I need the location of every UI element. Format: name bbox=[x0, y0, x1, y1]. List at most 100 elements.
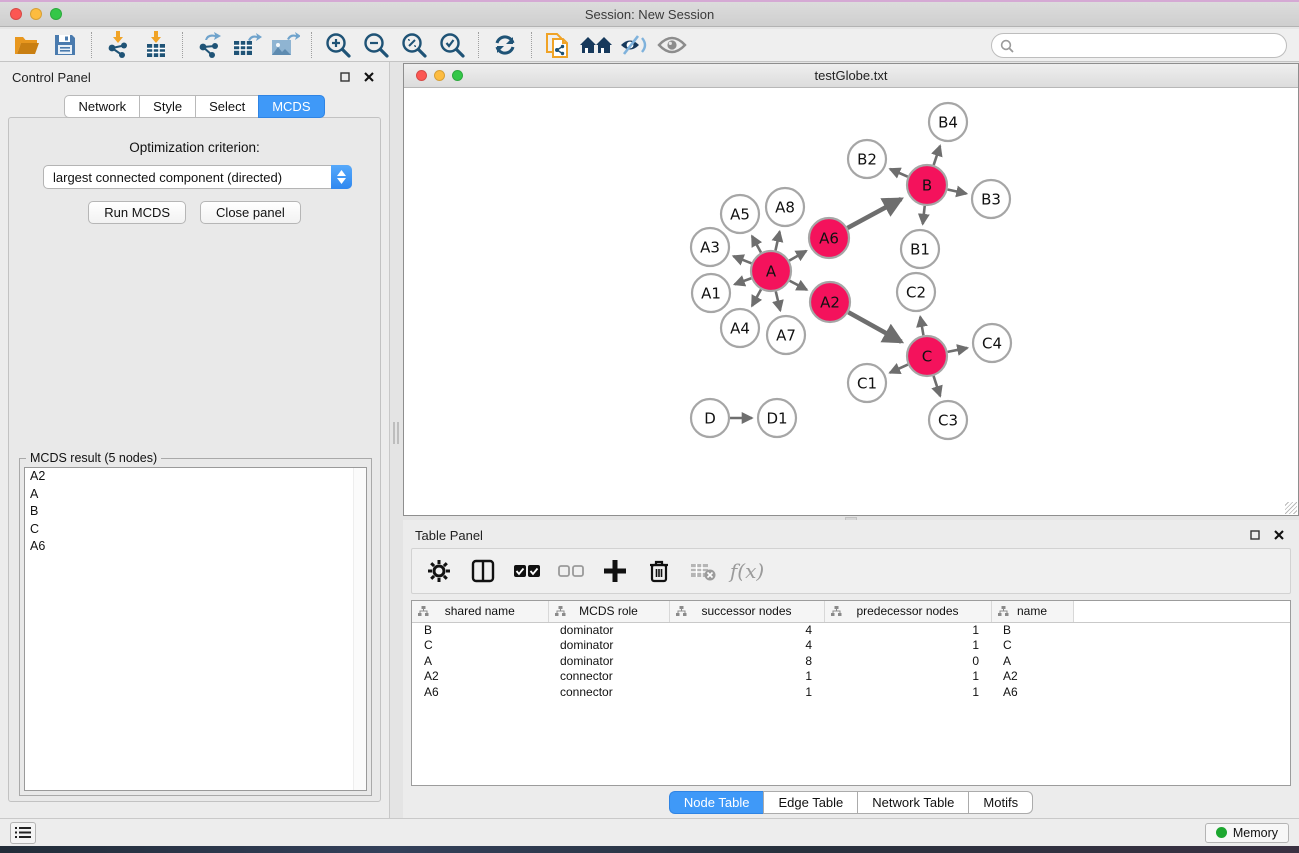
refresh-icon[interactable] bbox=[486, 30, 524, 60]
cell[interactable]: dominator bbox=[548, 622, 669, 638]
export-network-icon[interactable] bbox=[190, 30, 228, 60]
table-close-panel-icon[interactable] bbox=[1271, 527, 1287, 543]
show-details-icon[interactable] bbox=[653, 30, 691, 60]
cell[interactable]: C bbox=[991, 638, 1073, 654]
cell[interactable]: 4 bbox=[669, 622, 824, 638]
cell[interactable]: A bbox=[991, 653, 1073, 669]
save-session-icon[interactable] bbox=[46, 30, 84, 60]
tab-style[interactable]: Style bbox=[139, 95, 195, 118]
function-builder-icon[interactable]: f(x) bbox=[730, 554, 764, 588]
cell[interactable]: dominator bbox=[548, 653, 669, 669]
settings-gear-icon[interactable] bbox=[422, 554, 456, 588]
column-header-MCDS-role[interactable]: MCDS role bbox=[548, 601, 669, 622]
zoom-in-icon[interactable] bbox=[319, 30, 357, 60]
edge-A-A2[interactable] bbox=[790, 281, 807, 290]
deselect-all-checks-icon[interactable] bbox=[554, 554, 588, 588]
close-panel-icon[interactable] bbox=[361, 69, 377, 85]
tab-select[interactable]: Select bbox=[195, 95, 258, 118]
cell[interactable]: 1 bbox=[669, 669, 824, 685]
run-mcds-button[interactable]: Run MCDS bbox=[88, 201, 186, 224]
cell[interactable]: 1 bbox=[669, 684, 824, 700]
open-file-icon[interactable] bbox=[8, 30, 46, 60]
zoom-fit-icon[interactable] bbox=[395, 30, 433, 60]
cell[interactable]: 4 bbox=[669, 638, 824, 654]
zoom-out-icon[interactable] bbox=[357, 30, 395, 60]
tab-node-table[interactable]: Node Table bbox=[669, 791, 764, 814]
result-item[interactable]: C bbox=[25, 521, 366, 539]
import-network-icon[interactable] bbox=[99, 30, 137, 60]
cell[interactable]: 1 bbox=[824, 638, 991, 654]
cell[interactable]: C bbox=[412, 638, 548, 654]
tab-network[interactable]: Network bbox=[64, 95, 139, 118]
tab-mcds[interactable]: MCDS bbox=[258, 95, 324, 118]
delete-table-icon[interactable] bbox=[686, 554, 720, 588]
column-header-shared-name[interactable]: shared name bbox=[412, 601, 548, 622]
cell[interactable]: A2 bbox=[412, 669, 548, 685]
network-window-titlebar[interactable]: testGlobe.txt bbox=[404, 64, 1298, 88]
cell[interactable]: A bbox=[412, 653, 548, 669]
clone-network-icon[interactable] bbox=[539, 30, 577, 60]
search-input[interactable] bbox=[1019, 38, 1278, 54]
criterion-dropdown[interactable]: largest connected component (directed) bbox=[43, 165, 352, 189]
edge-C-C2[interactable] bbox=[920, 317, 923, 336]
cell[interactable]: B bbox=[412, 622, 548, 638]
result-item[interactable]: B bbox=[25, 503, 366, 521]
export-table-icon[interactable] bbox=[228, 30, 266, 60]
edge-A-A5[interactable] bbox=[752, 236, 761, 252]
search-field[interactable] bbox=[991, 33, 1287, 58]
cell[interactable]: A6 bbox=[991, 684, 1073, 700]
edge-B-B1[interactable] bbox=[923, 206, 925, 224]
cell[interactable]: 1 bbox=[824, 669, 991, 685]
column-header-name[interactable]: name bbox=[991, 601, 1073, 622]
cell[interactable]: B bbox=[991, 622, 1073, 638]
edge-C-C3[interactable] bbox=[934, 376, 941, 396]
tab-motifs[interactable]: Motifs bbox=[968, 791, 1033, 814]
add-column-icon[interactable] bbox=[598, 554, 632, 588]
network-graph[interactable]: B4B2BB3A5A8A6A3B1AA1A2C2A4A7C4CC1DD1C3 bbox=[404, 89, 1298, 515]
table-row[interactable]: Cdominator41C bbox=[412, 638, 1290, 654]
edge-A-A7[interactable] bbox=[776, 291, 780, 310]
delete-column-icon[interactable] bbox=[642, 554, 676, 588]
network-canvas[interactable]: B4B2BB3A5A8A6A3B1AA1A2C2A4A7C4CC1DD1C3 bbox=[404, 89, 1298, 515]
edge-A-A6[interactable] bbox=[789, 251, 806, 261]
table-row[interactable]: Adominator80A bbox=[412, 653, 1290, 669]
edge-A6-B[interactable] bbox=[847, 199, 901, 228]
cell[interactable]: A2 bbox=[991, 669, 1073, 685]
select-all-checks-icon[interactable] bbox=[510, 554, 544, 588]
edge-B-B4[interactable] bbox=[934, 146, 940, 165]
mcds-result-list[interactable]: A2ABCA6 bbox=[24, 467, 367, 791]
task-history-button[interactable] bbox=[10, 822, 36, 844]
column-header-successor-nodes[interactable]: successor nodes bbox=[669, 601, 824, 622]
edge-A-A3[interactable] bbox=[733, 256, 751, 263]
panel-splitter-handle[interactable] bbox=[393, 422, 399, 444]
column-header-predecessor-nodes[interactable]: predecessor nodes bbox=[824, 601, 991, 622]
cell[interactable]: 1 bbox=[824, 684, 991, 700]
cell[interactable]: 1 bbox=[824, 622, 991, 638]
home-icon[interactable] bbox=[577, 30, 615, 60]
import-table-icon[interactable] bbox=[137, 30, 175, 60]
table-float-panel-icon[interactable] bbox=[1247, 527, 1263, 543]
edge-A-A1[interactable] bbox=[735, 278, 752, 284]
edge-C-C1[interactable] bbox=[890, 365, 908, 373]
edge-A-A4[interactable] bbox=[752, 289, 761, 305]
table-row[interactable]: Bdominator41B bbox=[412, 622, 1290, 638]
edge-B-B2[interactable] bbox=[890, 169, 908, 177]
close-panel-button[interactable]: Close panel bbox=[200, 201, 301, 224]
edge-C-C4[interactable] bbox=[948, 348, 968, 352]
cell[interactable]: A6 bbox=[412, 684, 548, 700]
result-item[interactable]: A6 bbox=[25, 538, 366, 556]
result-item[interactable]: A bbox=[25, 486, 366, 504]
tab-edge-table[interactable]: Edge Table bbox=[763, 791, 857, 814]
export-image-icon[interactable] bbox=[266, 30, 304, 60]
float-panel-icon[interactable] bbox=[337, 69, 353, 85]
result-scrollbar[interactable] bbox=[353, 468, 366, 790]
memory-button[interactable]: Memory bbox=[1205, 823, 1289, 843]
edge-B-B3[interactable] bbox=[948, 189, 967, 193]
table-row[interactable]: A6connector11A6 bbox=[412, 684, 1290, 700]
table-row[interactable]: A2connector11A2 bbox=[412, 669, 1290, 685]
cell[interactable]: 8 bbox=[669, 653, 824, 669]
cell[interactable]: 0 bbox=[824, 653, 991, 669]
cell[interactable]: connector bbox=[548, 669, 669, 685]
edge-A2-C[interactable] bbox=[848, 312, 901, 342]
hide-details-icon[interactable] bbox=[615, 30, 653, 60]
